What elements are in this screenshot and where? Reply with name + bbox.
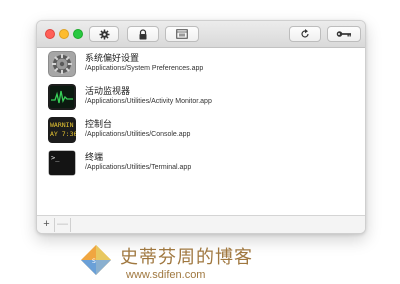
lock-icon [139, 28, 147, 39]
list-item[interactable]: >_ 终端 /Applications/Utilities/Terminal.a… [37, 147, 365, 179]
list-item[interactable]: 系统偏好设置 /Applications/System Preferences.… [37, 48, 365, 80]
blog-logo: S [81, 245, 111, 275]
console-icon-text-2: AY 7:36 [50, 130, 76, 138]
list-bottom-bar: + — [37, 215, 365, 233]
list-item[interactable]: WARNIN AY 7:36 控制台 /Applications/Utiliti… [37, 114, 365, 146]
key-icon [336, 31, 351, 37]
app-name: 控制台 [85, 119, 113, 129]
key-button[interactable] [327, 26, 361, 42]
add-button[interactable]: + [39, 218, 55, 232]
settings-button[interactable] [89, 26, 119, 42]
app-path: /Applications/Utilities/Console.app [85, 131, 191, 138]
console-icon: WARNIN AY 7:36 [48, 117, 76, 143]
app-path: /Applications/Utilities/Activity Monitor… [85, 98, 212, 105]
watermark-url: www.sdifen.com [126, 269, 206, 281]
close-window-button[interactable] [45, 29, 55, 39]
screenshot-stage: 系统偏好设置 /Applications/System Preferences.… [0, 0, 400, 284]
app-list: 系统偏好设置 /Applications/System Preferences.… [37, 48, 365, 215]
window-toolbar [37, 21, 365, 48]
remove-button[interactable]: — [55, 218, 71, 232]
app-window: 系统偏好设置 /Applications/System Preferences.… [36, 20, 366, 234]
watermark-title: 史蒂芬周的博客 [120, 247, 253, 268]
refresh-icon [301, 29, 309, 38]
minimize-window-button[interactable] [59, 29, 69, 39]
terminal-icon: >_ [48, 150, 76, 176]
zoom-window-button[interactable] [73, 29, 83, 39]
app-path: /Applications/System Preferences.app [85, 65, 204, 72]
list-item[interactable]: 活动监视器 /Applications/Utilities/Activity M… [37, 81, 365, 113]
gear-icon [99, 29, 109, 39]
window-button[interactable] [165, 26, 199, 42]
app-name: 终端 [85, 152, 104, 162]
svg-text:S: S [92, 258, 96, 265]
refresh-button[interactable] [289, 26, 321, 42]
console-icon-text-1: WARNIN [50, 121, 74, 129]
app-name: 系统偏好设置 [85, 53, 140, 63]
terminal-icon-text: >_ [51, 154, 60, 162]
window-icon [176, 29, 188, 39]
lock-button[interactable] [127, 26, 159, 42]
app-path: /Applications/Utilities/Terminal.app [85, 164, 192, 171]
system-preferences-icon [48, 51, 76, 77]
activity-monitor-icon [48, 84, 76, 110]
app-name: 活动监视器 [85, 86, 131, 96]
